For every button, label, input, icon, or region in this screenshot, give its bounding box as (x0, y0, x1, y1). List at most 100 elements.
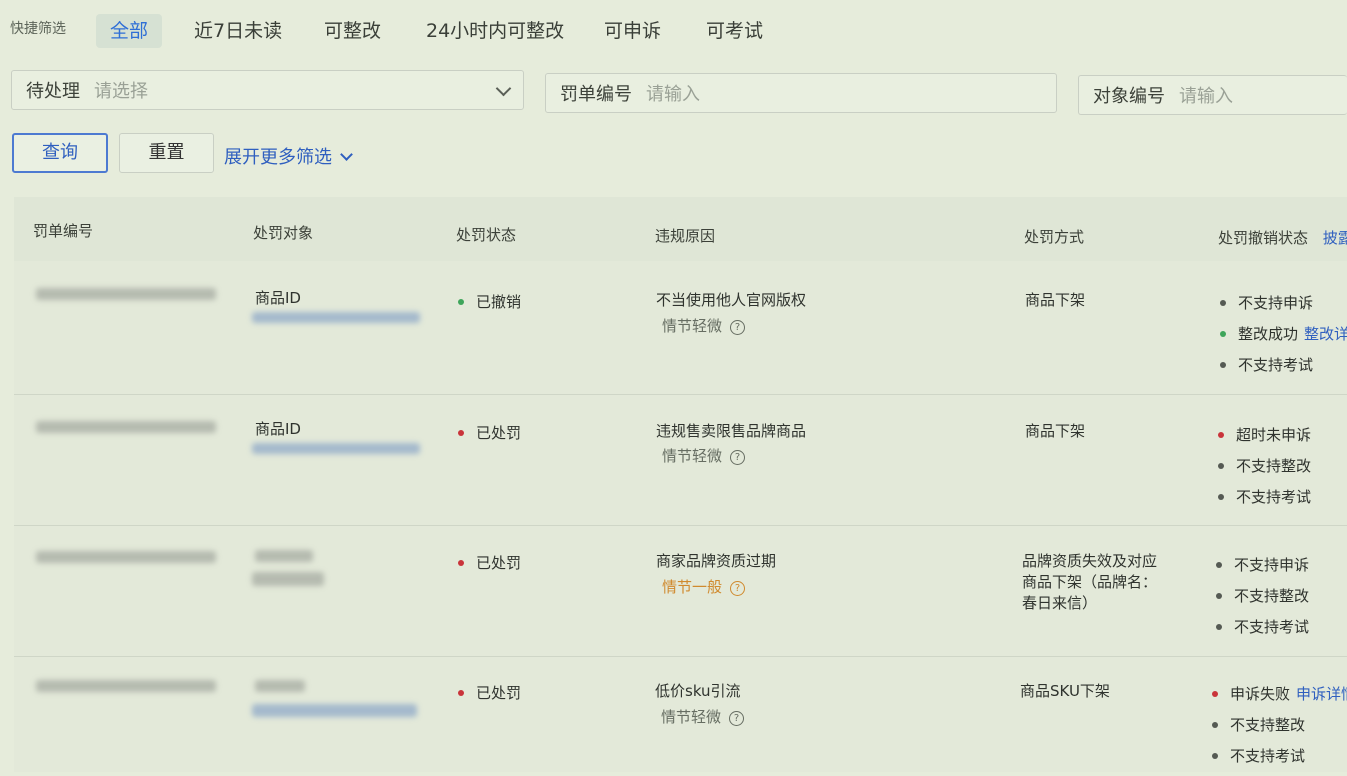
object-number-input[interactable]: 对象编号 请输入 (1078, 75, 1347, 115)
revoke-status-text: 不支持考试 (1236, 488, 1312, 506)
revoke-status-item: 不支持考试 (1218, 486, 1311, 517)
ticket-id-redacted (36, 551, 216, 563)
revoke-status-item: 不支持考试 (1220, 354, 1347, 385)
revoke-status-item: 不支持考试 (1212, 745, 1347, 776)
object-label: 商品ID (255, 420, 301, 438)
row-divider (14, 394, 1347, 395)
status-dot (458, 560, 464, 566)
revoke-status-item: 不支持整改 (1218, 455, 1311, 486)
revoke-status-item: 不支持考试 (1216, 616, 1309, 647)
status-cell: 已处罚 (458, 422, 521, 443)
header-object: 处罚对象 (253, 224, 314, 242)
tab-all[interactable]: 全部 (96, 14, 163, 48)
help-icon[interactable]: ? (730, 450, 746, 465)
status-cell: 已撤销 (458, 291, 521, 312)
header-status: 处罚状态 (456, 226, 517, 244)
header-revoke-disclose-link[interactable]: 披露 (1323, 229, 1347, 247)
revoke-status-item: 不支持申诉 (1220, 292, 1347, 323)
revoke-status-item: 不支持申诉 (1216, 554, 1309, 585)
revoke-status-text: 申诉失败 (1230, 685, 1291, 703)
revoke-status-list: 申诉失败申诉详情 不支持整改 不支持考试 (1212, 683, 1347, 776)
revoke-status-text: 不支持整改 (1230, 716, 1306, 734)
severity-label: 情节轻微 (662, 447, 723, 465)
expand-more-filters[interactable]: 展开更多筛选 (224, 143, 353, 169)
tab-rectifiable-24h[interactable]: 24小时内可整改 (412, 14, 578, 48)
header-revoke: 处罚撤销状态 披露 (1218, 227, 1347, 248)
query-button[interactable]: 查询 (12, 133, 108, 173)
ticket-id-redacted (36, 421, 216, 433)
status-text: 已撤销 (476, 293, 522, 311)
revoke-status-item: 申诉失败申诉详情 (1212, 683, 1347, 714)
ticket-number-placeholder: 请输入 (646, 84, 700, 105)
row-divider (14, 525, 1347, 526)
status-select-label: 待处理 (26, 81, 80, 102)
revoke-status-text: 不支持考试 (1238, 356, 1314, 374)
revoke-status-text: 不支持申诉 (1234, 556, 1310, 574)
severity-tag: 情节轻微? (662, 315, 746, 336)
reason-text: 商家品牌资质过期 (656, 552, 777, 570)
status-dot (1220, 362, 1226, 368)
header-ticket: 罚单编号 (33, 222, 94, 240)
tab-unread-7d[interactable]: 近7日未读 (180, 14, 296, 48)
revoke-status-list: 不支持申诉 不支持整改 不支持考试 (1216, 554, 1309, 647)
revoke-status-text: 不支持考试 (1230, 747, 1306, 765)
revoke-status-text: 不支持申诉 (1238, 294, 1314, 312)
status-dot (1216, 562, 1222, 568)
chevron-down-icon (340, 148, 353, 161)
status-dot (1212, 691, 1218, 697)
revoke-status-item: 不支持整改 (1212, 714, 1347, 745)
status-dot (1212, 753, 1218, 759)
header-method: 处罚方式 (1024, 228, 1085, 246)
ticket-number-label: 罚单编号 (560, 84, 632, 105)
revoke-status-text: 不支持整改 (1236, 457, 1312, 475)
revoke-status-text: 不支持整改 (1234, 587, 1310, 605)
status-dot (458, 299, 464, 305)
help-icon[interactable]: ? (729, 711, 745, 726)
ticket-id-redacted (36, 680, 216, 692)
status-dot (1218, 463, 1224, 469)
status-dot (1218, 432, 1224, 438)
status-cell: 已处罚 (458, 682, 521, 703)
expand-more-filters-label: 展开更多筛选 (224, 147, 332, 168)
ticket-number-input[interactable]: 罚单编号 请输入 (545, 73, 1057, 113)
severity-label: 情节轻微 (662, 317, 723, 335)
object-label: 商品ID (255, 289, 301, 307)
reset-button[interactable]: 重置 (119, 133, 214, 173)
tab-appealable[interactable]: 可申诉 (590, 14, 675, 48)
severity-tag: 情节轻微? (661, 706, 745, 727)
header-revoke-label: 处罚撤销状态 (1218, 229, 1309, 247)
revoke-status-text: 超时未申诉 (1236, 426, 1312, 444)
status-text: 已处罚 (476, 424, 522, 442)
object-label-redacted (255, 550, 313, 562)
rectify-detail-link[interactable]: 整改详 (1304, 325, 1347, 343)
revoke-status-text: 整改成功 (1238, 325, 1299, 343)
object-id-redacted (252, 312, 420, 323)
revoke-status-item: 不支持整改 (1216, 585, 1309, 616)
tab-rectifiable[interactable]: 可整改 (310, 14, 395, 48)
revoke-status-text: 不支持考试 (1234, 618, 1310, 636)
method-text: 商品下架 (1025, 422, 1086, 440)
object-number-placeholder: 请输入 (1179, 86, 1233, 107)
help-icon[interactable]: ? (730, 320, 746, 335)
status-text: 已处罚 (476, 684, 522, 702)
method-text: 商品下架 (1025, 291, 1086, 309)
status-dot (1220, 331, 1226, 337)
appeal-detail-link[interactable]: 申诉详情 (1296, 685, 1347, 703)
header-reason: 违规原因 (655, 227, 716, 245)
row-divider (14, 656, 1347, 657)
status-select[interactable]: 待处理 请选择 (11, 70, 524, 110)
ticket-id-redacted (36, 288, 216, 300)
object-number-label: 对象编号 (1093, 86, 1165, 107)
revoke-status-list: 不支持申诉 整改成功 整改详 不支持考试 (1220, 292, 1347, 385)
status-dot (1218, 494, 1224, 500)
quick-filter-label: 快捷筛选 (10, 21, 66, 37)
method-text: 品牌资质失效及对应商品下架（品牌名：春日来信） (1022, 552, 1158, 612)
tab-examinable[interactable]: 可考试 (692, 14, 777, 48)
object-id-redacted (252, 572, 324, 586)
status-select-placeholder: 请选择 (94, 81, 148, 102)
help-icon[interactable]: ? (730, 581, 746, 596)
status-cell: 已处罚 (458, 552, 521, 573)
chevron-down-icon (495, 80, 512, 97)
method-text: 商品SKU下架 (1020, 682, 1110, 700)
reason-text: 违规售卖限售品牌商品 (656, 422, 807, 440)
